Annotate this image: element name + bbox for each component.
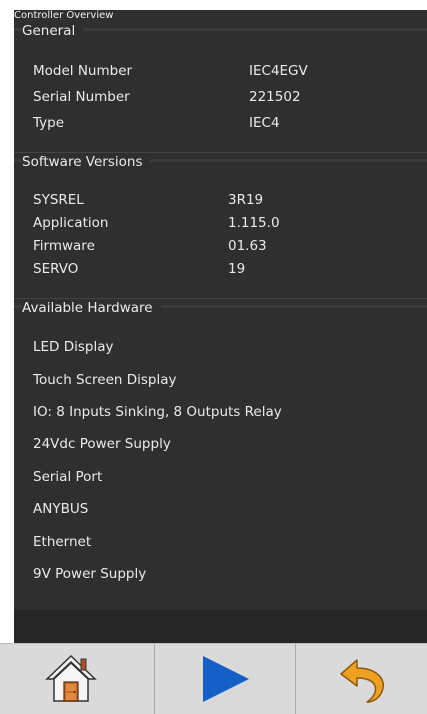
hardware-item: ANYBUS (33, 501, 89, 517)
info-key: Model Number (33, 63, 133, 79)
version-key: Firmware (33, 238, 95, 254)
undo-button[interactable] (296, 644, 427, 714)
hardware-item: IO: 8 Inputs Sinking, 8 Outputs Relay (33, 404, 282, 420)
info-key: Type (33, 115, 65, 131)
version-value: 19 (228, 261, 246, 277)
play-button[interactable] (155, 644, 296, 714)
hardware-item: Serial Port (33, 469, 103, 485)
hardware-item: 9V Power Supply (33, 566, 147, 582)
available-hardware-section: Available Hardware LED Display Touch Scr… (14, 298, 427, 609)
software-section-title: Software Versions (22, 153, 151, 171)
hardware-item: Ethernet (33, 534, 92, 550)
general-section: General Model Number IEC4EGV Serial Numb… (14, 22, 427, 152)
window-title: Controller Overview (14, 10, 114, 21)
controller-overview-panel: Controller Overview General Model Number… (14, 10, 427, 643)
play-icon (202, 656, 249, 702)
version-row-sysrel: SYSREL 3R19 (33, 191, 263, 209)
info-row-serial-number: Serial Number 221502 (33, 88, 301, 106)
version-row-firmware: Firmware 01.63 (33, 237, 267, 255)
bottom-toolbar (0, 643, 427, 714)
hardware-item: LED Display (33, 339, 114, 355)
version-key: SERVO (33, 261, 79, 277)
version-value: 1.115.0 (228, 215, 280, 231)
home-button[interactable] (0, 644, 141, 714)
version-value: 3R19 (228, 192, 264, 208)
info-row-model-number: Model Number IEC4EGV (33, 62, 308, 80)
hardware-section-title: Available Hardware (22, 299, 161, 317)
info-key: Serial Number (33, 89, 130, 105)
hardware-item: Touch Screen Display (33, 372, 177, 388)
hardware-item: 24Vdc Power Supply (33, 436, 171, 452)
version-row-servo: SERVO 19 (33, 260, 245, 278)
undo-icon (339, 659, 384, 703)
version-key: Application (33, 215, 109, 231)
info-row-type: Type IEC4 (33, 114, 280, 132)
version-value: 01.63 (228, 238, 267, 254)
software-section-header: Software Versions (14, 153, 427, 175)
software-versions-section: Software Versions SYSREL 3R19 Applicatio… (14, 152, 427, 299)
info-value: 221502 (249, 89, 301, 105)
home-icon (44, 654, 97, 702)
version-key: SYSREL (33, 192, 84, 208)
panel-footer-strip (14, 610, 427, 643)
info-value: IEC4EGV (249, 63, 308, 79)
hardware-section-header: Available Hardware (14, 299, 427, 321)
general-section-header: General (14, 22, 427, 44)
general-section-title: General (22, 22, 84, 40)
version-row-application: Application 1.115.0 (33, 214, 280, 232)
info-value: IEC4 (249, 115, 280, 131)
